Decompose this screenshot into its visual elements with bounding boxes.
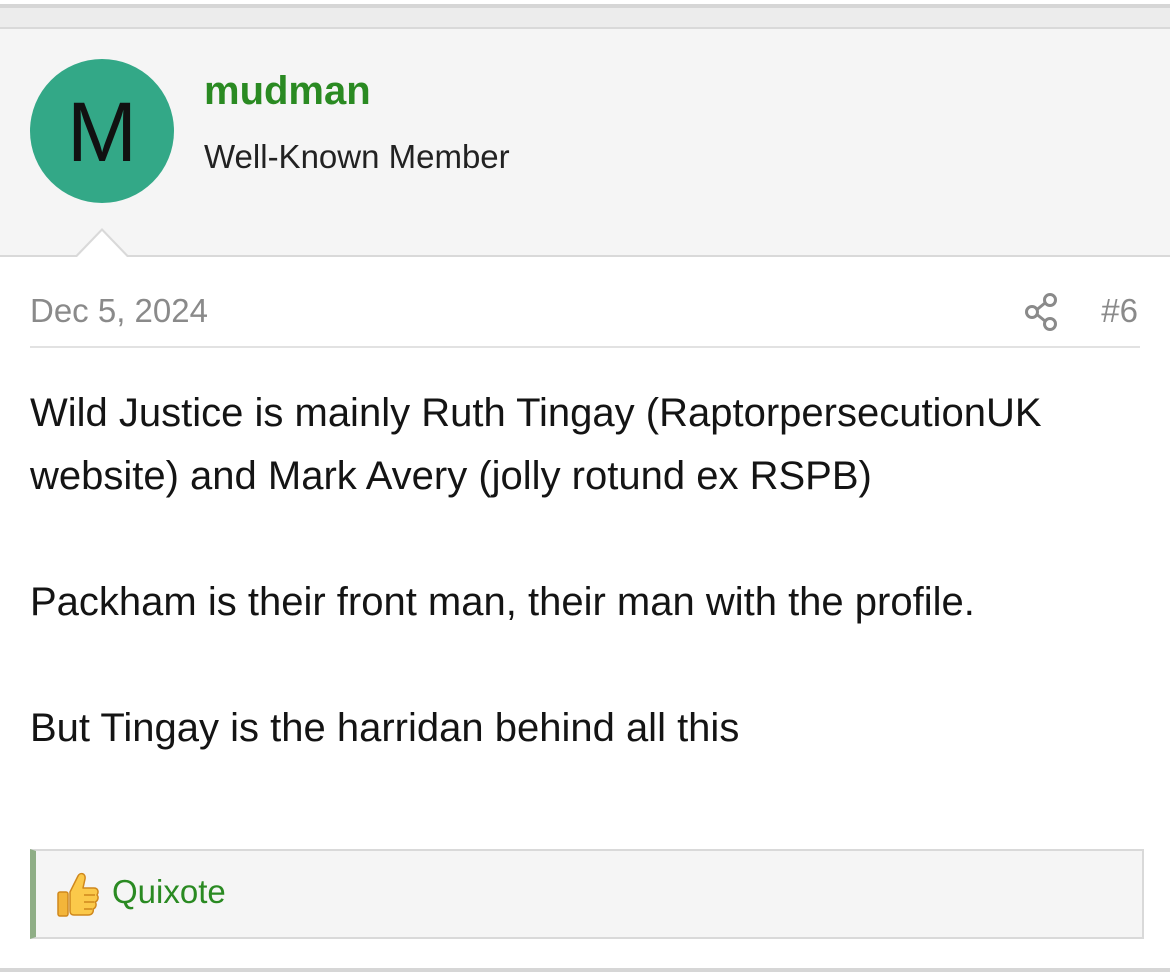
post-paragraph: Wild Justice is mainly Ruth Tingay (Rapt… [30,391,1042,498]
forum-post-page: M mudman Well-Known Member Dec 5, 2024 #… [0,0,1170,974]
avatar-letter: M [67,85,137,179]
user-title: Well-Known Member [204,138,510,175]
top-gap [0,8,1170,27]
share-icon[interactable] [1024,292,1060,332]
post-paragraph: Packham is their front man, their man wi… [30,580,975,624]
header-pointer [77,231,127,257]
avatar[interactable]: M [30,59,174,203]
post-paragraph: But Tingay is the harridan behind all th… [30,706,740,750]
post-body: Wild Justice is mainly Ruth Tingay (Rapt… [30,382,1140,760]
post-author-header: M mudman Well-Known Member [0,29,1170,257]
post-date-link[interactable]: Dec 5, 2024 [30,292,208,330]
reaction-user-link[interactable]: Quixote [112,873,226,911]
bottom-divider [0,968,1170,972]
post-number-link[interactable]: #6 [1101,292,1138,330]
thumbs-up-icon [57,872,99,917]
post-meta-bar: Dec 5, 2024 #6 [30,288,1140,348]
username-link[interactable]: mudman [204,69,371,113]
reactions-bar[interactable]: Quixote [30,849,1144,939]
